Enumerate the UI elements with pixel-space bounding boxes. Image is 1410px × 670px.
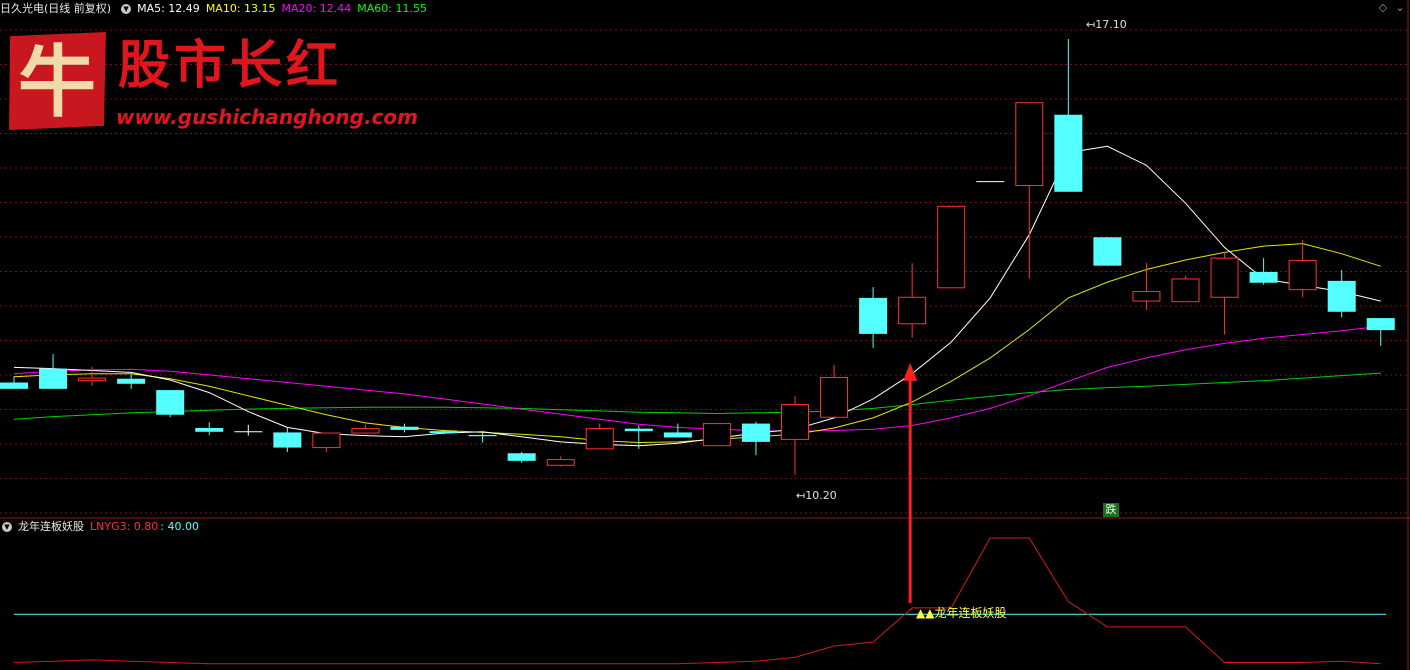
chevron-down-icon-sub[interactable]: ▼ (2, 522, 12, 532)
sub-chart-header: ▼ 龙年连板妖股 LNYG3: 0.80: 40.00 (0, 518, 205, 536)
lnyg3-line (13, 537, 1381, 665)
candle-body (898, 296, 927, 325)
candle-body (741, 423, 770, 442)
candle-body (1366, 318, 1395, 331)
fall-tag: 跌 (1103, 503, 1119, 517)
candle-body (820, 376, 849, 418)
candle-body (0, 382, 28, 389)
candle-body (39, 368, 68, 389)
logo-glyph: 牛 (17, 37, 96, 128)
ma60-path (13, 372, 1381, 420)
signal-label: ▲▲龙年连板妖股 (916, 606, 1007, 620)
candle-body (663, 432, 692, 438)
candle-body (1327, 280, 1356, 312)
candle-body (1288, 260, 1317, 291)
ma20-path (13, 325, 1381, 432)
candle-body (1132, 291, 1161, 302)
candle-body (312, 432, 341, 449)
high-arrow-icon: ↤ (1086, 18, 1096, 31)
candle-body (937, 205, 966, 289)
sub-indicator-name: 龙年连板妖股 (18, 520, 84, 533)
ma60-line (13, 372, 1381, 420)
candle-body (117, 378, 146, 384)
candle-body (1015, 102, 1044, 186)
candle-body (273, 432, 302, 448)
annotations (903, 362, 918, 603)
ma20-line (13, 325, 1381, 432)
candle-body (624, 428, 653, 432)
sub-indicator-chart (13, 537, 1386, 665)
high-price-label: ↤17.10 (1086, 18, 1127, 31)
low-price-label: ↤10.20 (796, 489, 837, 502)
threshold-value: : 40.00 (160, 520, 199, 533)
candle-body (1210, 257, 1239, 298)
watermark-logo: 牛 股市长红 www.gushichanghong.com (6, 30, 418, 140)
candle-body (1249, 272, 1278, 283)
candle-body (585, 428, 614, 450)
candle-body (1054, 114, 1083, 192)
candle-body (78, 377, 107, 382)
candle-body (390, 426, 419, 430)
candle-body (1093, 237, 1122, 266)
logo-title: 股市长红 (118, 35, 343, 96)
candle-body (351, 428, 380, 434)
candle-body (468, 434, 497, 437)
logo-url: www.gushichanghong.com (116, 105, 419, 129)
candle-body (195, 428, 224, 432)
candle-body (781, 404, 809, 440)
candle-body (507, 453, 536, 461)
lnyg3-value: LNYG3: 0.80 (90, 520, 159, 533)
low-arrow-icon: ↤ (796, 489, 806, 502)
candle-body (859, 297, 888, 334)
candle-body (1171, 278, 1200, 303)
candle-body (546, 459, 575, 466)
candle-body (429, 431, 458, 434)
candle-body (702, 423, 731, 447)
candle-body (156, 390, 185, 415)
